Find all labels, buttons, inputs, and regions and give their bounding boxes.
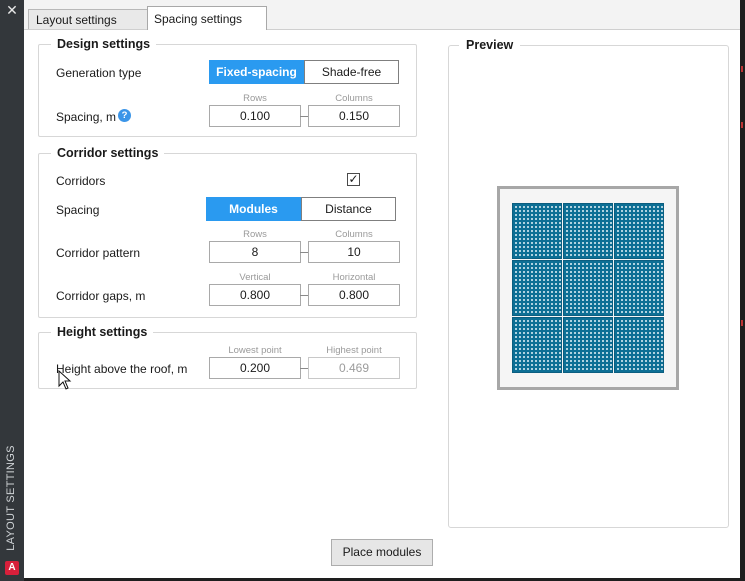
tab-strip: Layout settings Spacing settings	[24, 0, 740, 30]
app-logo-icon: A	[5, 561, 19, 575]
corridor-pattern-label: Corridor pattern	[56, 246, 141, 260]
modules-button[interactable]: Modules	[206, 197, 301, 221]
pattern-rows-input[interactable]: 8	[209, 241, 301, 263]
module-block	[512, 317, 562, 373]
range-dash	[300, 368, 308, 369]
height-above-roof-label: Height above the roof, m	[56, 362, 188, 376]
module-block	[563, 203, 613, 259]
module-block	[512, 203, 562, 259]
range-dash	[300, 252, 308, 253]
highest-point-input: 0.469	[308, 357, 400, 379]
rows-caption: Rows	[243, 93, 267, 104]
gaps-horizontal-input[interactable]: 0.800	[308, 284, 400, 306]
spacing-label: Spacing, m	[56, 110, 117, 124]
range-dash	[300, 116, 308, 117]
side-title: LAYOUT SETTINGS	[5, 445, 17, 551]
module-block	[512, 260, 562, 316]
corridor-gaps-label: Corridor gaps, m	[56, 289, 146, 303]
highest-point-caption: Highest point	[326, 345, 382, 356]
tab-spacing-settings[interactable]: Spacing settings	[147, 6, 267, 30]
pattern-rows-caption: Rows	[243, 229, 267, 240]
right-edge	[740, 0, 745, 581]
tab-layout-settings[interactable]: Layout settings	[28, 9, 148, 29]
module-block	[614, 317, 664, 373]
height-settings-legend: Height settings	[51, 324, 154, 340]
lowest-point-input[interactable]: 0.200	[209, 357, 301, 379]
module-block	[614, 260, 664, 316]
shade-free-button[interactable]: Shade-free	[304, 60, 399, 84]
fixed-spacing-button[interactable]: Fixed-spacing	[209, 60, 304, 84]
distance-button[interactable]: Distance	[301, 197, 396, 221]
generation-type-label: Generation type	[56, 66, 142, 80]
corridor-spacing-label: Spacing	[56, 203, 100, 217]
lowest-point-caption: Lowest point	[228, 345, 282, 356]
help-icon[interactable]: ?	[118, 109, 131, 122]
module-block	[614, 203, 664, 259]
design-settings-legend: Design settings	[51, 36, 157, 52]
preview-legend: Preview	[459, 37, 521, 53]
pattern-columns-input[interactable]: 10	[308, 241, 400, 263]
spacing-columns-input[interactable]: 0.150	[308, 105, 400, 127]
corridors-checkbox[interactable]: ✓	[347, 173, 360, 186]
gaps-vertical-input[interactable]: 0.800	[209, 284, 301, 306]
vertical-caption: Vertical	[239, 272, 271, 283]
corridors-label: Corridors	[56, 174, 106, 188]
place-modules-button[interactable]: Place modules	[331, 539, 433, 566]
module-block	[563, 317, 613, 373]
columns-caption: Columns	[335, 93, 373, 104]
spacing-rows-input[interactable]: 0.100	[209, 105, 301, 127]
pattern-columns-caption: Columns	[335, 229, 373, 240]
horizontal-caption: Horizontal	[332, 272, 376, 283]
range-dash	[300, 295, 308, 296]
corridor-settings-legend: Corridor settings	[51, 145, 165, 161]
module-block	[563, 260, 613, 316]
close-icon[interactable]: ✕	[5, 3, 19, 17]
side-panel: ✕ LAYOUT SETTINGS A	[0, 0, 24, 581]
mouse-pointer-icon	[58, 370, 72, 390]
